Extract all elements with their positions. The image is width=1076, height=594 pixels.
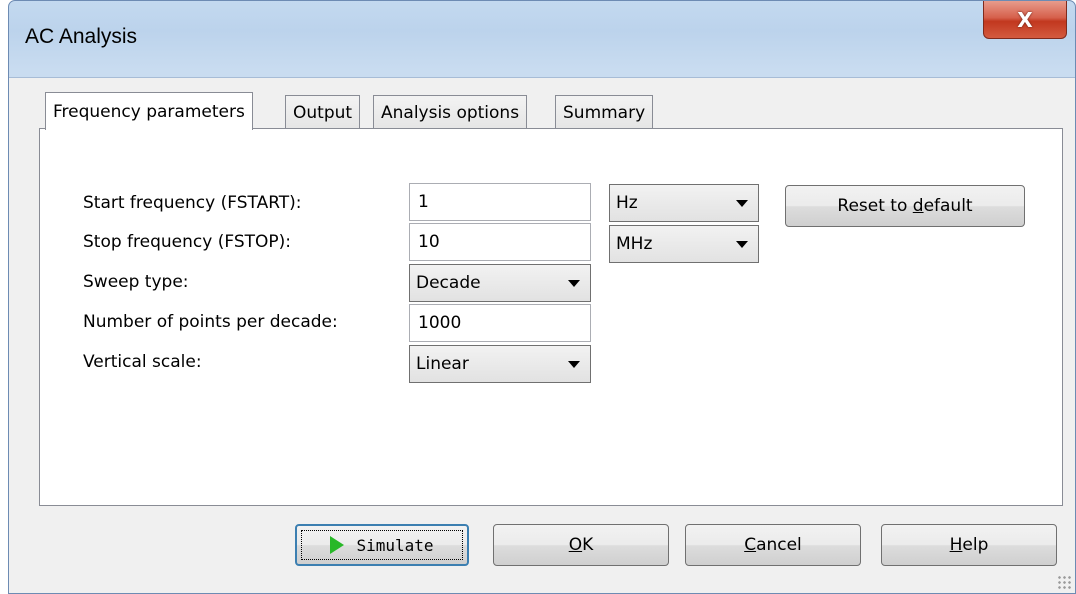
cancel-button[interactable]: Cancel [685,524,861,566]
ok-label: OK [568,535,594,555]
cancel-label: Cancel [744,535,802,555]
chevron-down-icon [736,241,748,248]
window-title: AC Analysis [25,25,138,48]
tab-label: Analysis options [381,102,520,123]
chevron-down-icon [568,280,580,287]
vertical-scale-label: Vertical scale: [83,352,202,372]
stop-frequency-label: Stop frequency (FSTOP): [83,232,292,252]
stop-frequency-value: 10 [418,232,440,252]
stop-frequency-unit: MHz [616,234,653,254]
chevron-down-icon [736,200,748,207]
sweep-type-label: Sweep type: [83,272,189,292]
tab-frequency-parameters[interactable]: Frequency parameters [45,92,253,130]
close-button[interactable]: X [983,1,1067,39]
points-per-decade-label: Number of points per decade: [83,312,338,332]
ac-analysis-dialog: AC Analysis X Frequency parameters Outpu… [8,0,1076,594]
help-label: Help [949,535,989,555]
vertical-scale-value: Linear [416,354,469,374]
simulate-button[interactable]: Simulate [295,524,469,566]
dialog-client-area: Frequency parameters Output Analysis opt… [9,77,1075,593]
start-frequency-value: 1 [418,192,429,212]
reset-to-default-button[interactable]: Reset to default [785,185,1025,227]
resize-grip-icon[interactable] [1057,575,1071,589]
vertical-scale-select[interactable]: Linear [409,345,591,383]
reset-button-label: Reset to default [837,196,973,216]
start-frequency-unit-select[interactable]: Hz [609,184,759,222]
simulate-label: Simulate [356,535,434,555]
ok-button[interactable]: OK [493,524,669,566]
sweep-type-value: Decade [416,273,481,293]
points-per-decade-input[interactable]: 1000 [409,304,591,342]
title-bar[interactable]: AC Analysis X [9,1,1075,77]
close-icon: X [1017,7,1033,32]
tab-summary[interactable]: Summary [555,95,654,129]
start-frequency-label: Start frequency (FSTART): [83,193,302,213]
chevron-down-icon [568,361,580,368]
play-icon [330,536,345,554]
help-button[interactable]: Help [881,524,1057,566]
stop-frequency-unit-select[interactable]: MHz [609,225,759,263]
start-frequency-unit: Hz [616,193,638,213]
tab-output[interactable]: Output [285,95,361,129]
stop-frequency-input[interactable]: 10 [409,223,591,261]
points-per-decade-value: 1000 [418,313,462,333]
start-frequency-input[interactable]: 1 [409,183,591,221]
tab-analysis-options[interactable]: Analysis options [373,95,528,129]
tab-label: Summary [563,102,646,123]
tab-label: Output [293,102,353,123]
tab-label: Frequency parameters [53,101,245,122]
sweep-type-select[interactable]: Decade [409,264,591,302]
